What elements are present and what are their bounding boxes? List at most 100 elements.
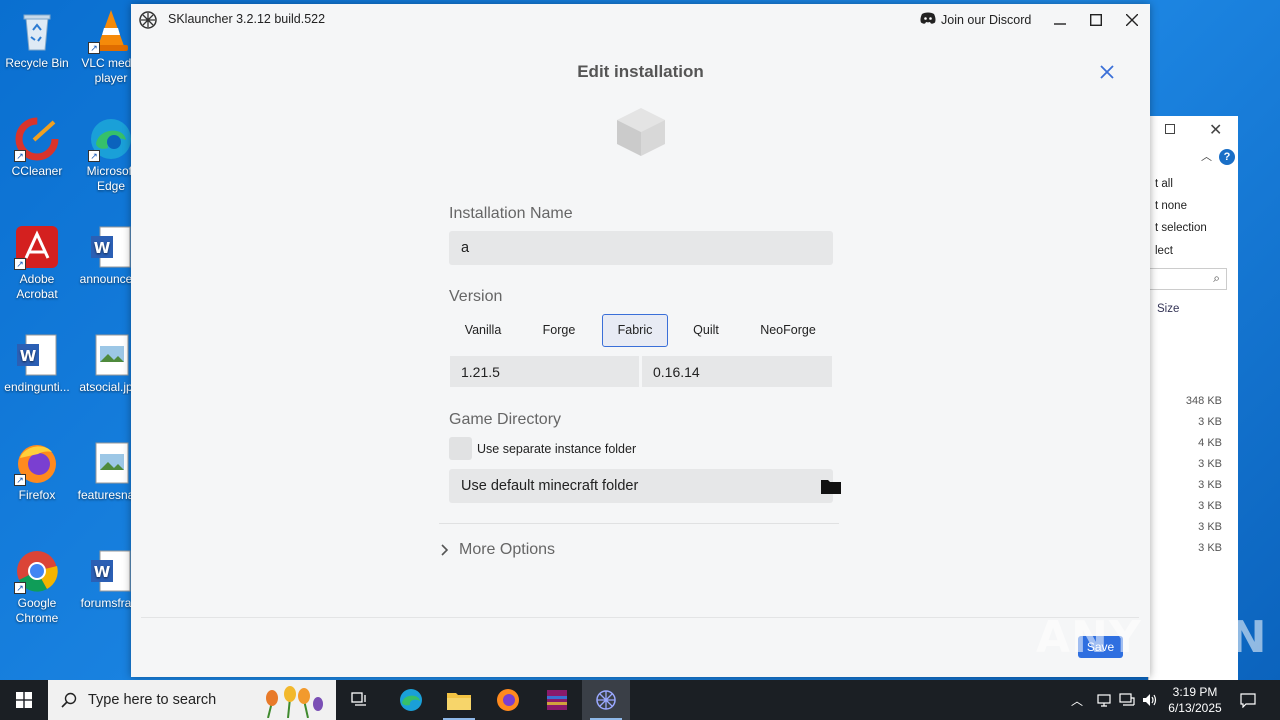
word-document-icon: W <box>14 332 60 378</box>
loader-tab-neoforge[interactable]: NeoForge <box>748 314 828 347</box>
sklauncher-logo-icon <box>139 11 157 29</box>
file-explorer-window: ✕ ︿ ? t all t none t selection lect ⌕ Si… <box>1148 116 1238 682</box>
installation-name-label: Installation Name <box>449 205 573 222</box>
desktop-icon-label: Adobe Acrobat <box>16 272 58 301</box>
taskbar-winrar[interactable] <box>533 680 581 720</box>
svg-text:W: W <box>20 347 37 365</box>
select-all-menu-item[interactable]: t all <box>1155 178 1173 190</box>
taskbar-firefox[interactable] <box>484 680 532 720</box>
chevron-up-icon[interactable]: ︿ <box>1071 692 1087 708</box>
more-options-label: More Options <box>459 541 556 558</box>
network-icon[interactable] <box>1096 692 1112 708</box>
loader-tab-forge[interactable]: Forge <box>526 314 592 347</box>
desktop-icon-recycle-bin[interactable]: Recycle Bin <box>0 8 74 71</box>
select-menu-item[interactable]: lect <box>1155 245 1173 257</box>
desktop-icon-label: Firefox <box>18 488 56 502</box>
desktop-icon-firefox[interactable]: ↗ Firefox <box>0 440 74 503</box>
game-directory-input[interactable]: Use default minecraft folder <box>449 469 833 503</box>
game-directory-label: Game Directory <box>449 411 562 428</box>
desktop-icon-chrome[interactable]: ↗ Google Chrome <box>0 548 74 626</box>
file-size: 3 KB <box>1198 458 1222 470</box>
select-none-menu-item[interactable]: t none <box>1155 200 1187 212</box>
chrome-icon: ↗ <box>14 548 60 594</box>
ethernet-icon[interactable] <box>1119 692 1135 708</box>
window-title: SKlauncher 3.2.12 build.522 <box>168 12 326 26</box>
desktop-icon-label: endingunti... <box>4 380 70 394</box>
maximize-button[interactable] <box>1082 8 1110 32</box>
close-icon <box>1100 65 1114 79</box>
vlc-cone-icon: ↗ <box>88 8 134 54</box>
maximize-icon[interactable] <box>1165 124 1175 134</box>
winrar-icon <box>547 690 567 710</box>
desktop-icon-acrobat[interactable]: ↗ Adobe Acrobat <box>0 224 74 302</box>
word-document-icon: W <box>88 224 134 270</box>
search-placeholder: Type here to search <box>88 692 217 708</box>
help-icon[interactable]: ? <box>1219 149 1235 165</box>
invert-selection-menu-item[interactable]: t selection <box>1155 222 1207 234</box>
close-icon[interactable]: ✕ <box>1209 120 1222 140</box>
volume-icon[interactable] <box>1142 692 1158 708</box>
notifications-icon[interactable] <box>1240 692 1256 709</box>
chevron-up-icon[interactable]: ︿ <box>1201 148 1212 164</box>
file-size: 3 KB <box>1198 542 1222 554</box>
word-document-icon: W <box>88 548 134 594</box>
separate-folder-label[interactable]: Use separate instance folder <box>477 442 636 456</box>
close-window-button[interactable] <box>1118 8 1146 32</box>
discord-link[interactable]: Join our Discord <box>920 12 1031 27</box>
ccleaner-icon: ↗ <box>14 116 60 162</box>
desktop-icon-label: CCleaner <box>11 164 63 178</box>
explorer-search-input[interactable]: ⌕ <box>1149 268 1227 290</box>
title-bar[interactable]: SKlauncher 3.2.12 build.522 Join our Dis… <box>131 4 1150 36</box>
task-view-button[interactable] <box>336 680 384 720</box>
save-button[interactable]: Save <box>1078 636 1123 658</box>
acrobat-icon: ↗ <box>14 224 60 270</box>
taskbar-edge[interactable] <box>387 680 435 720</box>
file-size: 3 KB <box>1198 479 1222 491</box>
search-icon <box>61 692 77 708</box>
sklauncher-window: SKlauncher 3.2.12 build.522 Join our Dis… <box>131 4 1150 677</box>
loader-version-select[interactable]: 0.16.14 <box>642 356 832 387</box>
task-view-icon <box>351 692 366 706</box>
loader-tab-vanilla[interactable]: Vanilla <box>450 314 516 347</box>
discord-link-label: Join our Discord <box>941 12 1032 27</box>
chevron-right-icon <box>441 544 449 556</box>
taskbar-file-explorer[interactable] <box>435 680 483 720</box>
file-size: 348 KB <box>1185 395 1222 407</box>
folder-icon <box>821 480 841 494</box>
installation-cube-icon[interactable] <box>615 106 667 158</box>
taskbar-clock[interactable]: 3:19 PM 6/13/2025 <box>1157 684 1233 716</box>
firefox-icon <box>497 689 519 711</box>
section-divider <box>439 523 839 524</box>
dialog-title: Edit installation <box>577 62 704 81</box>
image-file-icon <box>88 440 134 486</box>
svg-text:W: W <box>94 239 111 257</box>
svg-text:W: W <box>94 563 111 581</box>
minimize-icon <box>1054 23 1066 25</box>
desktop-icon-label: Google Chrome <box>15 596 59 625</box>
edge-icon: ↗ <box>88 116 134 162</box>
separate-folder-checkbox[interactable] <box>449 437 472 460</box>
desktop-icon-word-doc[interactable]: W endingunti... <box>0 332 74 395</box>
clock-date: 6/13/2025 <box>1168 701 1222 715</box>
taskbar-sklauncher[interactable] <box>582 680 630 720</box>
taskbar-search-input[interactable]: Type here to search <box>48 680 336 720</box>
loader-tab-fabric[interactable]: Fabric <box>602 314 668 347</box>
folder-icon <box>447 693 471 710</box>
column-header-size[interactable]: Size <box>1157 303 1179 315</box>
edge-icon <box>400 689 422 711</box>
loader-tab-quilt[interactable]: Quilt <box>674 314 738 347</box>
dialog-close-button[interactable] <box>1097 62 1117 82</box>
taskbar: Type here to search ︿ 3:19 PM 6/13/2025 <box>0 680 1280 720</box>
start-button[interactable] <box>0 680 48 720</box>
more-options-toggle[interactable]: More Options <box>441 541 555 559</box>
game-version-select[interactable]: 1.21.5 <box>450 356 639 387</box>
file-size: 3 KB <box>1198 416 1222 428</box>
minimize-button[interactable] <box>1046 8 1074 32</box>
sklauncher-logo-icon <box>596 690 616 710</box>
desktop-icon-ccleaner[interactable]: ↗ CCleaner <box>0 116 74 179</box>
clock-time: 3:19 PM <box>1172 685 1218 699</box>
maximize-icon <box>1090 14 1102 26</box>
browse-folder-button[interactable] <box>821 478 841 494</box>
installation-name-input[interactable]: a <box>449 231 833 265</box>
discord-icon <box>920 12 936 27</box>
